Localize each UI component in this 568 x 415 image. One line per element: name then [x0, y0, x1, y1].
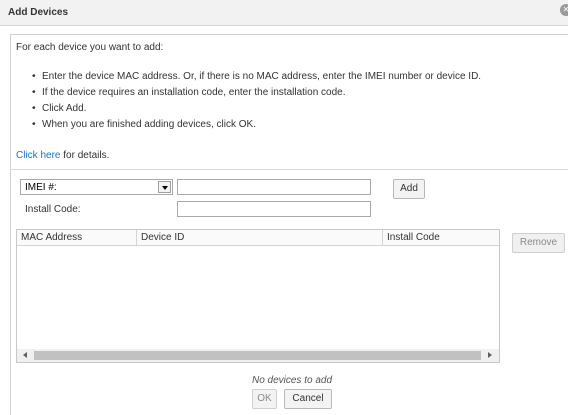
instruction-item: Click Add.	[32, 101, 532, 117]
instruction-item: If the device requires an installation c…	[32, 85, 532, 101]
status-message: No devices to add	[251, 375, 333, 386]
table-header: MAC Address Device ID Install Code	[17, 230, 499, 246]
install-code-input[interactable]	[177, 201, 371, 217]
column-header-mac-address[interactable]: MAC Address	[17, 230, 137, 246]
install-code-label: Install Code:	[25, 204, 81, 215]
horizontal-scrollbar[interactable]	[17, 349, 499, 362]
cancel-button[interactable]: Cancel	[284, 389, 332, 409]
scroll-right-icon[interactable]	[483, 349, 496, 362]
details-line: Click here for details.	[16, 150, 109, 161]
device-id-input[interactable]	[177, 179, 371, 195]
devices-table: MAC Address Device ID Install Code	[16, 229, 500, 363]
instruction-list: Enter the device MAC address. Or, if the…	[32, 69, 532, 133]
details-link[interactable]: Click here	[16, 150, 60, 161]
section-divider	[10, 169, 568, 170]
id-type-selected: IMEI #:	[25, 182, 57, 193]
chevron-down-icon[interactable]	[158, 181, 171, 193]
close-icon[interactable]: ✕	[560, 4, 568, 16]
dialog-titlebar: Add Devices ✕	[0, 0, 568, 26]
column-header-device-id[interactable]: Device ID	[137, 230, 383, 246]
instruction-item: Enter the device MAC address. Or, if the…	[32, 69, 532, 85]
scrollbar-thumb[interactable]	[34, 351, 481, 360]
scroll-left-icon[interactable]	[19, 349, 32, 362]
column-header-install-code[interactable]: Install Code	[383, 230, 499, 246]
details-suffix: for details.	[60, 150, 110, 161]
ok-button[interactable]: OK	[252, 389, 277, 409]
intro-text: For each device you want to add:	[16, 42, 164, 53]
add-button[interactable]: Add	[393, 179, 425, 199]
id-type-select[interactable]: IMEI #:	[20, 179, 173, 195]
dialog-title: Add Devices	[8, 7, 69, 18]
instruction-item: When you are finished adding devices, cl…	[32, 117, 532, 133]
remove-button[interactable]: Remove	[512, 233, 565, 253]
